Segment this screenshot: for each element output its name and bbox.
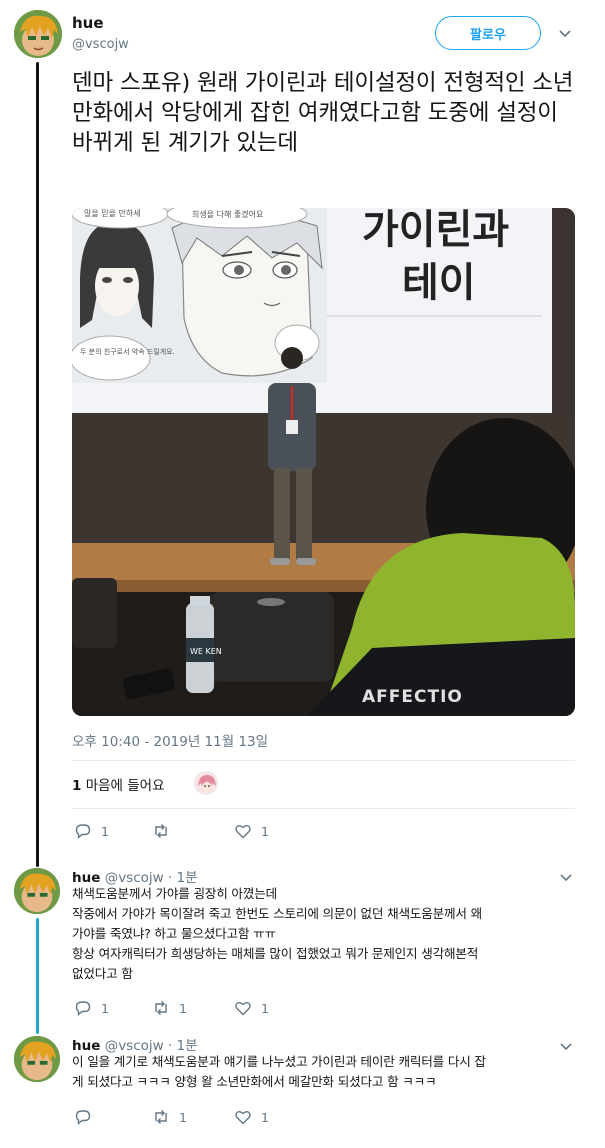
reply-header: hue @vscojw · 1분 [72,866,198,886]
retweet-count: 1 [179,1000,187,1016]
like-button[interactable]: 1 [234,999,269,1017]
tweet-text: 덴마 스포유) 원래 가이린과 테이설정이 전형적인 소년만화에서 악당에게 잡… [72,70,574,156]
heart-icon [235,825,251,839]
thread-line-reply [36,918,39,1034]
reply-button[interactable]: 1 [74,999,109,1017]
bubble-top-mid: 희생을 다해 좋겠어요 [192,209,263,219]
reply-text: 채색도움분께서 가야를 굉장히 아꼈는데 작중에서 가야가 목이잘려 죽고 한번… [72,884,587,984]
retweet-button[interactable]: 1 [152,999,187,1017]
like-count: 1 [261,1000,269,1016]
like-button[interactable]: 1 [234,1108,269,1126]
avatar-image [14,1036,60,1082]
retweet-icon [155,1001,167,1015]
reply-line: 가야를 죽였냐? 하고 물으셨다고함 ㅠㅠ [72,926,276,941]
reply-button[interactable] [74,1108,101,1126]
divider [72,808,575,809]
retweet-count: 1 [179,1109,187,1125]
avatar[interactable] [14,1036,60,1082]
bubble-top-left: 말을 믿을 만하세 [84,208,141,218]
reply-line: 없었다고 함 [72,966,133,981]
reply-line: 채색도움분께서 가야를 굉장히 아꼈는데 [72,886,277,901]
heart-icon [235,1111,251,1125]
reply-count: 1 [101,823,109,839]
reply-icon [75,1001,91,1017]
heart-icon [235,1002,251,1016]
reply-header: hue @vscojw · 1분 [72,1034,198,1054]
avatar-image [14,10,62,58]
thread-line-main [36,62,39,867]
retweet-icon [155,824,167,838]
reply-icon [75,1110,91,1126]
avatar-image [14,868,60,914]
reply-icon [75,824,91,840]
user-handle[interactable]: @vscojw [72,37,129,52]
slide-title-line2: 테이 [402,260,476,306]
retweet-button[interactable] [152,822,179,840]
display-name[interactable]: hue [72,14,104,32]
slide-title-line1: 가이린과 [362,208,509,253]
follow-button[interactable]: 팔로우 [435,16,541,50]
reply-text: 이 일을 계기로 채색도움분과 얘기를 나누셨고 가이린과 테이란 캐릭터를 다… [72,1052,587,1092]
liker-avatar[interactable] [194,771,218,795]
reply-button[interactable]: 1 [74,822,109,840]
hoodie-text: AFFECTIO [362,687,463,707]
reply-line: 게 되셨다고 ㅋㅋㅋ 양형 왈 소년만화에서 메갈만화 되셨다고 함 ㅋㅋㅋ [72,1074,437,1089]
bubble-bottom-left: 두 분의 친구로서 약속 드릴게요. [80,347,175,356]
avatar[interactable] [14,868,60,914]
likes-label: 마음에 들어요 [85,778,165,794]
tweet-photo[interactable]: 말을 믿을 만하세 희생을 다해 좋겠어요 두 분의 친구로서 약속 드릴게요.… [72,208,575,716]
likes-summary[interactable]: 1 마음에 들어요 [72,774,165,794]
retweet-icon [155,1110,167,1124]
reply-line: 이 일을 계기로 채색도움분과 얘기를 나누셨고 가이린과 테이란 캐릭터를 다… [72,1054,486,1069]
reply-count: 1 [101,1000,109,1016]
like-count: 1 [261,823,269,839]
chevron-down-icon[interactable] [556,24,574,42]
tweet-timestamp[interactable]: 오후 10:40 - 2019년 11월 13일 [72,730,268,750]
like-button[interactable]: 1 [234,822,269,840]
reply-line: 작중에서 가야가 목이잘려 죽고 한번도 스토리에 의문이 없던 채색도움분께서… [72,906,482,921]
like-count: 1 [261,1109,269,1125]
avatar[interactable] [14,10,62,58]
divider [72,760,575,761]
retweet-button[interactable]: 1 [152,1108,187,1126]
reply-line: 항상 여자캐릭터가 희생당하는 매체를 많이 접했었고 뭐가 문제인지 생각해본… [72,946,479,961]
bottle-label: WE KEN [190,647,222,656]
likes-count: 1 [72,778,82,794]
